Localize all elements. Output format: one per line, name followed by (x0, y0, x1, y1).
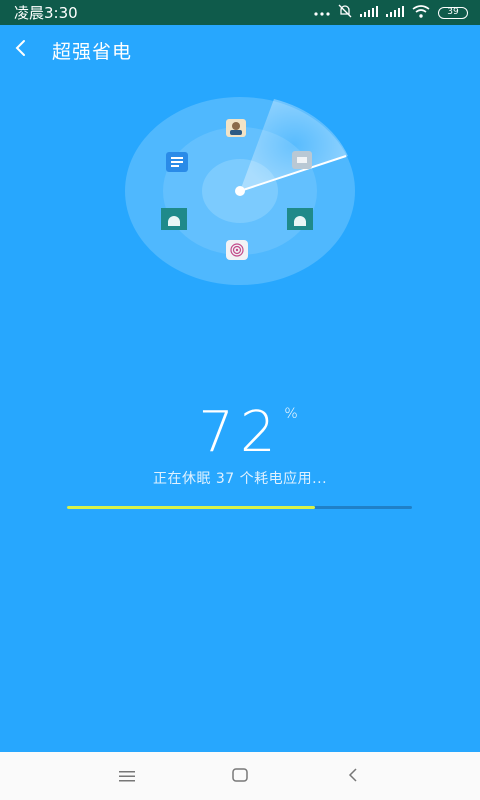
status-message: 正在休眠 37 个耗电应用... (152, 471, 328, 487)
battery-icon: 39 (438, 6, 468, 19)
home-icon (232, 767, 248, 786)
back-arrow-icon (14, 39, 26, 61)
back-icon (348, 767, 358, 786)
app-bar: 超强省电 (0, 25, 480, 75)
menu-button[interactable] (107, 756, 147, 796)
progress-fill (67, 506, 316, 509)
android-app-icon (287, 208, 313, 230)
percent-value: 72 (198, 400, 282, 465)
fingerprint-app-icon (226, 240, 248, 260)
progress-bar (67, 506, 412, 509)
nav-back-button[interactable] (333, 756, 373, 796)
contact-app-icon (226, 119, 246, 137)
status-icons: 39 (314, 4, 468, 21)
progress-percentage: 72 % (0, 400, 480, 465)
home-button[interactable] (220, 756, 260, 796)
radar-scanner (125, 97, 355, 285)
status-time: 凌晨3:30 (14, 4, 78, 22)
wifi-icon (412, 4, 430, 21)
gray-app-icon (292, 151, 312, 169)
radar-center (235, 186, 245, 196)
more-dots-icon (314, 6, 330, 20)
signal-icon (386, 5, 404, 20)
percent-sign: % (284, 406, 298, 422)
notes-app-icon (166, 152, 188, 172)
navigation-bar (0, 752, 480, 800)
signal-icon (360, 5, 378, 20)
menu-icon (118, 767, 135, 786)
status-bar: 凌晨3:30 39 (0, 0, 480, 25)
back-button[interactable] (14, 25, 54, 75)
page-title: 超强省电 (52, 40, 133, 63)
alarm-off-icon (338, 4, 352, 21)
android-app-icon (161, 208, 187, 230)
